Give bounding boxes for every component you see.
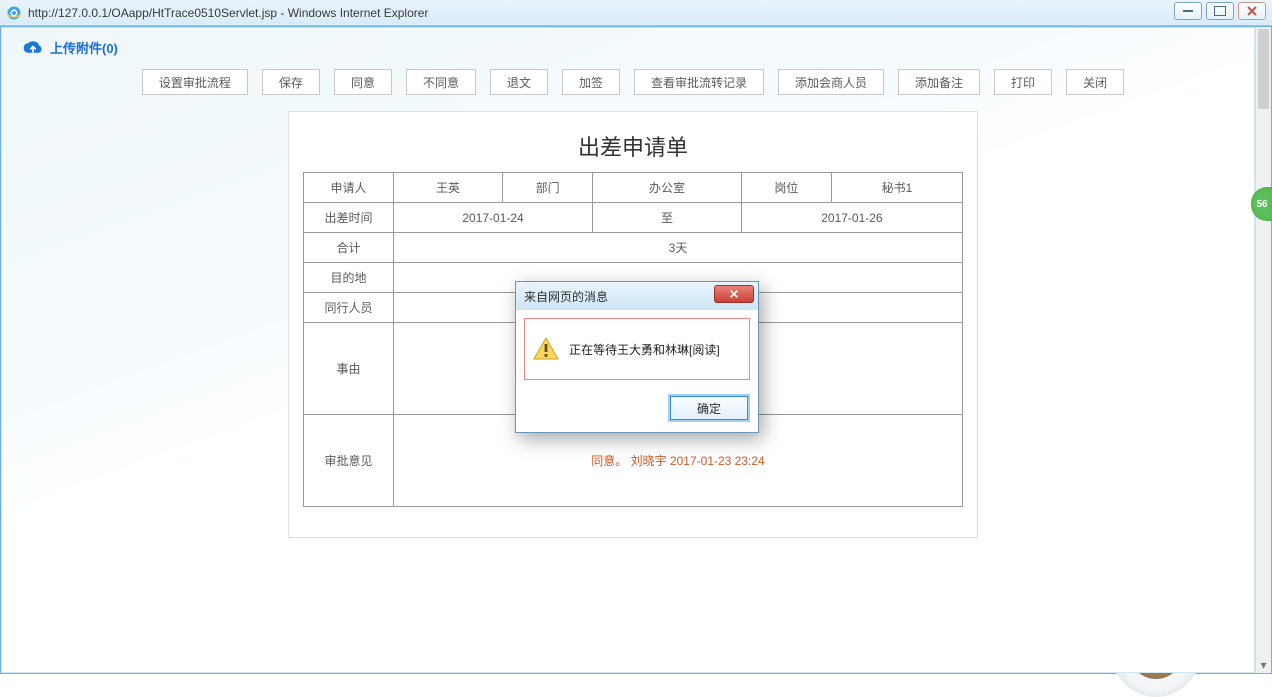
label-post: 岗位 (741, 173, 831, 203)
ie-logo-icon (6, 5, 22, 21)
upload-attachment-link[interactable]: 上传附件(0) (22, 38, 1244, 57)
set-approval-flow-button[interactable]: 设置审批流程 (142, 69, 248, 95)
warning-icon (533, 337, 559, 361)
alert-titlebar: 来自网页的消息 (516, 282, 758, 310)
value-total: 3天 (394, 233, 963, 263)
upload-label: 上传附件(0) (50, 38, 118, 57)
scroll-down-arrow[interactable]: ▾ (1256, 657, 1271, 673)
label-companion: 同行人员 (304, 293, 394, 323)
save-button[interactable]: 保存 (262, 69, 320, 95)
label-to: 至 (593, 203, 742, 233)
alert-body: 正在等待王大勇和林琳[阅读] (516, 310, 758, 388)
value-post: 秘书1 (831, 173, 962, 203)
label-total: 合计 (304, 233, 394, 263)
window-controls (1174, 2, 1266, 20)
cloud-upload-icon (22, 40, 44, 56)
table-row: 出差时间 2017-01-24 至 2017-01-26 (304, 203, 963, 233)
label-reason: 事由 (304, 323, 394, 415)
close-icon (728, 289, 740, 299)
alert-close-button[interactable] (714, 285, 754, 303)
value-applicant: 王英 (394, 173, 503, 203)
add-sign-button[interactable]: 加签 (562, 69, 620, 95)
label-trip-time: 出差时间 (304, 203, 394, 233)
browser-window: http://127.0.0.1/OAapp/HtTrace0510Servle… (0, 0, 1272, 674)
form-title: 出差申请单 (303, 130, 963, 162)
value-start-date: 2017-01-24 (394, 203, 593, 233)
alert-message: 正在等待王大勇和林琳[阅读] (569, 341, 720, 358)
value-dept: 办公室 (593, 173, 742, 203)
alert-inner: 正在等待王大勇和林琳[阅读] (524, 318, 750, 380)
return-doc-button[interactable]: 退文 (490, 69, 548, 95)
window-close-button[interactable] (1238, 2, 1266, 20)
value-end-date: 2017-01-26 (741, 203, 962, 233)
label-applicant: 申请人 (304, 173, 394, 203)
titlebar: http://127.0.0.1/OAapp/HtTrace0510Servle… (0, 0, 1272, 26)
vertical-scrollbar[interactable]: ▾ (1255, 27, 1271, 673)
view-flow-record-button[interactable]: 查看审批流转记录 (634, 69, 764, 95)
toolbar: 设置审批流程 保存 同意 不同意 退文 加签 查看审批流转记录 添加会商人员 添… (22, 69, 1244, 95)
close-button[interactable]: 关闭 (1066, 69, 1124, 95)
label-dept: 部门 (503, 173, 593, 203)
maximize-button[interactable] (1206, 2, 1234, 20)
alert-actions: 确定 (516, 388, 758, 432)
close-icon (1246, 5, 1258, 17)
window-title: http://127.0.0.1/OAapp/HtTrace0510Servle… (28, 6, 428, 20)
alert-ok-button[interactable]: 确定 (670, 396, 748, 420)
alert-title-text: 来自网页的消息 (524, 288, 608, 305)
table-row: 合计 3天 (304, 233, 963, 263)
alert-dialog: 来自网页的消息 正在等待王大勇和林琳[阅读] (515, 281, 759, 433)
label-approval: 审批意见 (304, 415, 394, 507)
approval-text: 同意。 刘晓宇 2017-01-23 23:24 (591, 454, 764, 468)
disagree-button[interactable]: 不同意 (406, 69, 476, 95)
add-note-button[interactable]: 添加备注 (898, 69, 980, 95)
label-destination: 目的地 (304, 263, 394, 293)
table-row: 申请人 王英 部门 办公室 岗位 秘书1 (304, 173, 963, 203)
client-area: 上传附件(0) 设置审批流程 保存 同意 不同意 退文 加签 查看审批流转记录 … (0, 26, 1272, 674)
agree-button[interactable]: 同意 (334, 69, 392, 95)
add-consult-button[interactable]: 添加会商人员 (778, 69, 884, 95)
print-button[interactable]: 打印 (994, 69, 1052, 95)
minimize-button[interactable] (1174, 2, 1202, 20)
scrollbar-thumb[interactable] (1258, 29, 1269, 109)
